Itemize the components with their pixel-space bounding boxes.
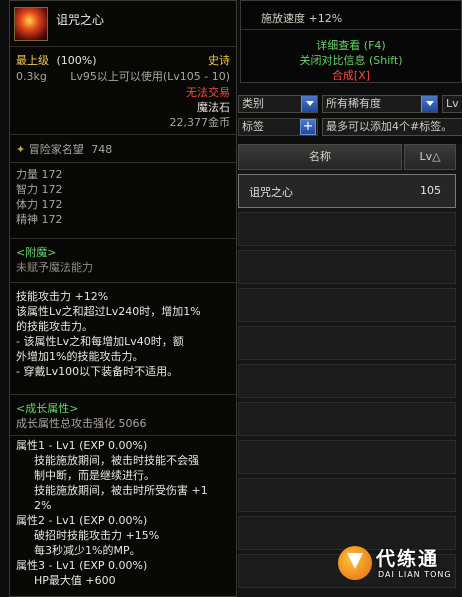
- adventurer-fame: ✦ 冒险家名望 748: [10, 134, 236, 162]
- cast-speed: 施放速度 +12%: [261, 12, 343, 25]
- tag-input[interactable]: 最多可以添加4个#标签。: [322, 118, 462, 136]
- row-level: 105: [420, 184, 441, 197]
- effect-line: - 该属性Lv之和每增加Lv40时，额: [16, 335, 184, 348]
- item-tooltip: 诅咒之心 最上级 (100%) 史诗 0.3kg Lv95以上可以使用(Lv10…: [9, 0, 237, 597]
- add-tag-button[interactable]: +: [300, 119, 316, 135]
- watermark-subtitle: DAI LIAN TONG: [378, 570, 452, 579]
- table-row-empty[interactable]: [238, 326, 456, 360]
- compose-hint[interactable]: 合成[X]: [241, 67, 461, 83]
- effect-line: 该属性Lv之和超过Lv240时，增加1%: [16, 305, 201, 318]
- item-meta: 最上级 (100%) 史诗 0.3kg Lv95以上可以使用(Lv105 - 1…: [10, 47, 236, 134]
- watermark-title: 代练通: [376, 548, 440, 570]
- close-compare-hint[interactable]: 关闭对比信息 (Shift): [241, 52, 461, 68]
- rarity-filter-select[interactable]: 所有稀有度: [322, 95, 438, 113]
- stat-row: 体力 172: [16, 198, 63, 211]
- stat-row: 智力 172: [16, 183, 63, 196]
- growth-attr-title: 属性2 - Lv1 (EXP 0.00%): [16, 514, 148, 527]
- enchant-value: 未赋予魔法能力: [16, 261, 93, 274]
- growth-total: 成长属性总攻击强化 5066: [16, 417, 147, 430]
- item-grade: 最上级: [16, 54, 49, 67]
- stats-section: 力量 172 智力 172 体力 172 精神 172: [10, 162, 236, 238]
- enchant-section: <附魔> 未赋予魔法能力: [10, 238, 236, 282]
- growth-attr-title: 属性3 - Lv1 (EXP 0.00%): [16, 559, 148, 572]
- detail-view-hint[interactable]: 详细查看 (F4): [241, 37, 461, 53]
- table-row[interactable]: 诅咒之心 105: [238, 174, 456, 208]
- growth-attr-line: 制中断，而是继续进行。: [34, 469, 155, 482]
- chevron-down-icon[interactable]: [301, 96, 317, 112]
- item-type: 魔法石: [197, 101, 230, 114]
- effect-line: 的技能攻击力。: [16, 320, 93, 333]
- site-watermark: 代练通 DAI LIAN TONG: [338, 540, 462, 590]
- growth-attr-line: 每3秒减少1%的MP。: [34, 544, 141, 557]
- item-name: 诅咒之心: [56, 13, 105, 27]
- table-row-empty[interactable]: [238, 288, 456, 322]
- growth-title: <成长属性>: [16, 402, 79, 415]
- effect-section: 技能攻击力 +12% 该属性Lv之和超过Lv240时，增加1% 的技能攻击力。 …: [10, 282, 236, 394]
- item-trade: 无法交易: [186, 86, 230, 99]
- item-level-req: Lv95以上可以使用(Lv105 - 10): [70, 70, 230, 83]
- growth-section: <成长属性> 成长属性总攻击强化 5066 属性1 - Lv1 (EXP 0.0…: [10, 394, 236, 592]
- table-row-empty[interactable]: [238, 364, 456, 398]
- column-header-name[interactable]: 名称: [238, 144, 402, 170]
- item-grade-pct: (100%): [56, 54, 97, 67]
- fame-icon: ✦: [16, 143, 26, 156]
- growth-attr-title: 属性1 - Lv1 (EXP 0.00%): [16, 439, 148, 452]
- fame-label: 冒险家名望: [28, 143, 84, 156]
- item-icon: [14, 7, 48, 41]
- column-header-level[interactable]: Lv△: [404, 144, 456, 170]
- item-weight: 0.3kg: [16, 70, 47, 83]
- growth-attr-line: 技能施放期间，被击时所受伤害 +1: [34, 484, 208, 497]
- table-row-empty[interactable]: [238, 440, 456, 474]
- growth-attr-line: 2%: [34, 499, 52, 512]
- chevron-down-icon[interactable]: [421, 96, 437, 112]
- item-rarity: 史诗: [208, 54, 230, 67]
- stat-row: 力量 172: [16, 168, 63, 181]
- enchant-title: <附魔>: [16, 246, 57, 259]
- stat-row: 精神 172: [16, 213, 63, 226]
- table-row-empty[interactable]: [238, 478, 456, 512]
- item-list: 名称 Lv△ 诅咒之心 105: [238, 144, 462, 597]
- effect-line: 技能攻击力 +12%: [16, 290, 109, 303]
- table-row-empty[interactable]: [238, 250, 456, 284]
- growth-attr-line: HP最大值 +600: [34, 574, 116, 587]
- effect-line: 外增加1%的技能攻击力。: [16, 350, 144, 363]
- type-filter-select[interactable]: 类别: [238, 95, 318, 113]
- growth-attr-line: 技能施放期间，被击时技能不会强: [34, 454, 199, 467]
- brand-logo-icon: [338, 546, 372, 580]
- level-filter-select[interactable]: Lv: [442, 95, 462, 113]
- growth-attr-line: 破招时技能攻击力 +15%: [34, 529, 160, 542]
- compare-tooltip: 施放速度 +12% 详细查看 (F4) 关闭对比信息 (Shift) 合成[X]: [240, 0, 462, 83]
- item-price: 22,377金币: [169, 116, 231, 129]
- table-row-empty[interactable]: [238, 212, 456, 246]
- row-name: 诅咒之心: [249, 186, 293, 199]
- fame-value: 748: [91, 143, 113, 156]
- tooltip-header: 诅咒之心: [10, 1, 236, 47]
- table-row-empty[interactable]: [238, 402, 456, 436]
- effect-line: - 穿戴Lv100以下装备时不适用。: [16, 365, 179, 378]
